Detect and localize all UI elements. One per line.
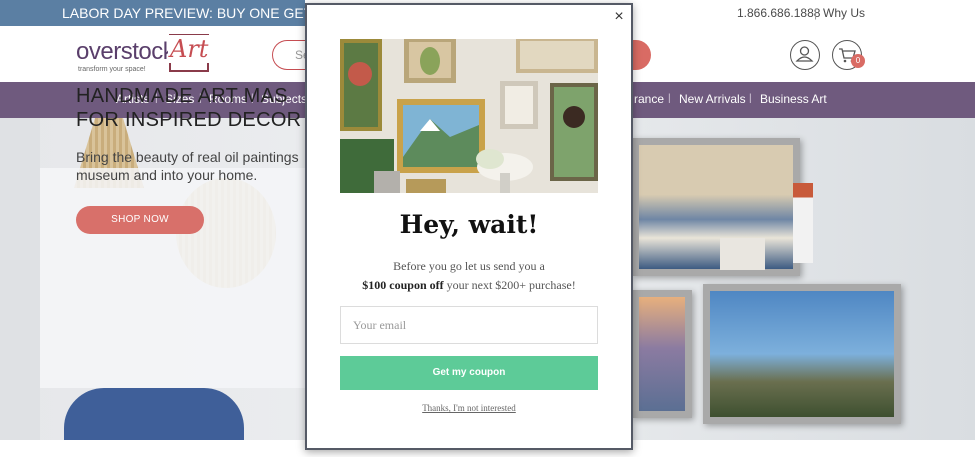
offer-condition: your next $200+ purchase!	[443, 278, 576, 292]
site-logo[interactable]: overstock Art transform your space!	[76, 34, 216, 76]
gallery-wall-image	[340, 39, 598, 193]
account-button[interactable]	[790, 40, 820, 70]
get-coupon-button[interactable]: Get my coupon	[340, 356, 598, 390]
logo-wordmark: overstock	[76, 38, 175, 65]
nav-item-business-art[interactable]: Business Art	[760, 82, 827, 116]
shop-now-button[interactable]: SHOP NOW	[76, 206, 204, 234]
house-detail	[720, 238, 765, 270]
utility-links: 1.866.686.1888 | Why Us	[632, 0, 975, 26]
logo-tagline: transform your space!	[78, 66, 146, 73]
framed-painting-wave	[632, 138, 800, 276]
nav-separator: |	[668, 93, 671, 104]
nav-item-clearance[interactable]: rance	[634, 82, 664, 116]
framed-painting-lighthouse	[703, 284, 901, 424]
nav-separator: |	[749, 93, 752, 104]
close-icon[interactable]: ×	[609, 7, 629, 27]
hero-wall	[0, 118, 40, 440]
decline-link[interactable]: Thanks, I'm not interested	[307, 403, 631, 413]
phone-number[interactable]: 1.866.686.1888	[737, 0, 820, 26]
email-field[interactable]	[340, 306, 598, 344]
hero-subtitle: Bring the beauty of real oil paintings m…	[76, 149, 299, 183]
gallery-wall-illustration	[340, 39, 598, 193]
utility-separator: |	[814, 6, 818, 20]
hero-text-panel	[40, 168, 310, 388]
why-us-link[interactable]: Why Us	[823, 0, 865, 26]
lighthouse-detail	[793, 183, 813, 263]
framed-painting-sunset	[632, 290, 692, 418]
nav-item-new-arrivals[interactable]: New Arrivals	[679, 82, 746, 116]
modal-description: Before you go let us send you a	[393, 259, 545, 273]
search-button[interactable]	[632, 40, 651, 70]
armchair-image	[64, 388, 244, 440]
modal-offer: $100 coupon off your next $200+ purchase…	[307, 278, 631, 293]
logo-art-script: Art	[168, 35, 211, 63]
coupon-amount: $100 coupon off	[362, 278, 444, 292]
hero-title: HANDMADE ART MAS FOR INSPIRED DECOR	[76, 85, 302, 131]
user-icon	[795, 46, 814, 62]
cart-count-badge: 0	[851, 54, 865, 68]
modal-title: Hey, wait!	[399, 210, 539, 239]
promo-banner-text[interactable]: LABOR DAY PREVIEW: BUY ONE GET ONE	[0, 0, 305, 26]
